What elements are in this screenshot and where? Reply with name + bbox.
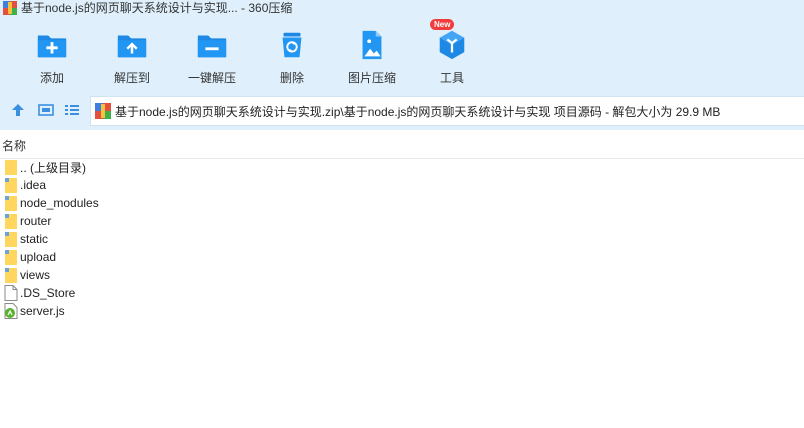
file-name: server.js (20, 304, 65, 318)
folder-icon (5, 178, 17, 193)
one-click-extract-label: 一键解压 (187, 71, 236, 85)
address-path: 基于node.js的网页聊天系统设计与实现.zip\基于node.js的网页聊天… (115, 104, 721, 119)
file-name: static (20, 232, 49, 246)
toolbar: 添加 解压到 一键解压 删除 图片压缩 New 工具 (0, 19, 804, 88)
file-name: node_modules (20, 196, 99, 210)
list-item[interactable]: .idea (0, 176, 804, 194)
list-item[interactable]: static (0, 230, 804, 248)
delete-icon (282, 32, 302, 58)
folder-icon (5, 196, 17, 211)
image-compress-icon (362, 30, 382, 60)
column-header-label: 名称 (2, 139, 27, 153)
extract-to-icon (117, 35, 147, 58)
column-header-name[interactable]: 名称 (0, 130, 804, 159)
thumbnail-view-icon[interactable] (38, 102, 54, 118)
top-panel: 基于node.js的网页聊天系统设计与实现... - 360压缩 添加 解压到 (0, 0, 804, 130)
window-title: 基于node.js的网页聊天系统设计与实现... - 360压缩 (21, 1, 293, 15)
tools-button[interactable]: New 工具 (412, 19, 492, 86)
file-icon (4, 285, 18, 301)
folder-icon (5, 160, 17, 175)
tools-icon (439, 30, 465, 60)
extract-to-label: 解压到 (113, 71, 150, 85)
js-file-icon (4, 303, 18, 319)
add-label: 添加 (39, 71, 64, 85)
zip-app-icon (3, 1, 17, 15)
up-arrow-icon[interactable] (10, 102, 26, 118)
list-item[interactable]: server.js (0, 302, 804, 320)
list-item[interactable]: .DS_Store (0, 284, 804, 302)
file-name: router (20, 214, 52, 228)
folder-icon (5, 268, 17, 283)
one-click-extract-button[interactable]: 一键解压 (172, 22, 252, 86)
file-name: upload (20, 250, 57, 264)
image-compress-button[interactable]: 图片压缩 (332, 22, 412, 86)
list-item[interactable]: router (0, 212, 804, 230)
new-badge: New (430, 19, 455, 30)
file-name: .DS_Store (20, 286, 76, 300)
folder-icon (5, 250, 17, 265)
tools-label: 工具 (439, 71, 464, 85)
list-view-icon[interactable] (64, 102, 80, 118)
delete-label: 删除 (279, 71, 304, 85)
file-name: .. (上级目录) (20, 160, 86, 175)
address-bar[interactable]: 基于node.js的网页聊天系统设计与实现.zip\基于node.js的网页聊天… (90, 96, 804, 126)
title-bar: 基于node.js的网页聊天系统设计与实现... - 360压缩 (0, 0, 804, 16)
delete-button[interactable]: 删除 (252, 22, 332, 86)
zip-file-icon (95, 103, 111, 119)
list-item[interactable]: views (0, 266, 804, 284)
add-button[interactable]: 添加 (12, 22, 92, 86)
folder-icon (5, 214, 17, 229)
add-icon (37, 35, 67, 58)
folder-icon (5, 232, 17, 247)
list-item[interactable]: upload (0, 248, 804, 266)
file-list: .. (上级目录) .idea node_modules router stat… (0, 158, 804, 320)
image-compress-label: 图片压缩 (347, 71, 396, 85)
list-item[interactable]: node_modules (0, 194, 804, 212)
list-item[interactable]: .. (上级目录) (0, 158, 804, 176)
extract-to-button[interactable]: 解压到 (92, 22, 172, 86)
navigation-row: 基于node.js的网页聊天系统设计与实现.zip\基于node.js的网页聊天… (0, 96, 804, 126)
one-click-extract-icon (197, 35, 227, 58)
file-name: .idea (20, 178, 47, 192)
file-name: views (20, 268, 51, 282)
